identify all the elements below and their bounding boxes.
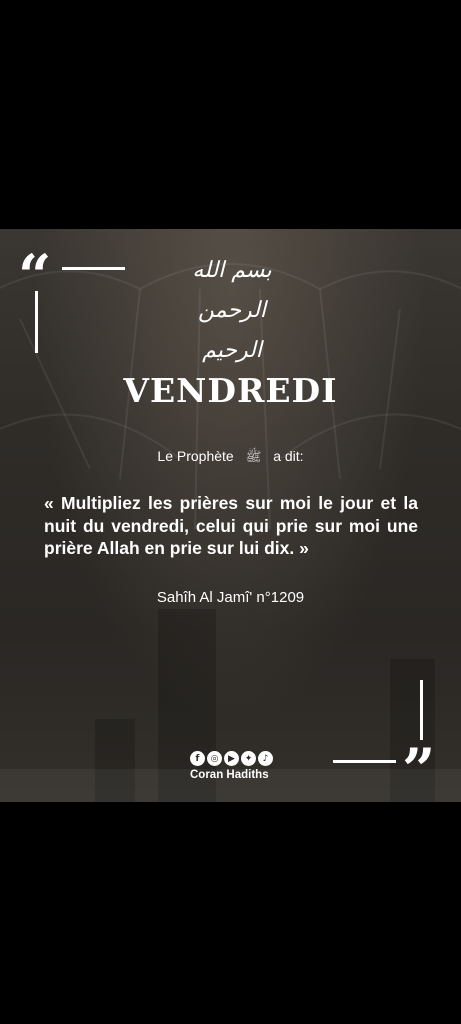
page-title: VENDREDI [123, 371, 338, 410]
close-quote-horizontal-line [333, 760, 396, 763]
saw-symbol: ﷺ [245, 449, 262, 464]
open-quote-horizontal-line [62, 267, 125, 270]
hadith-intro: Le Prophète ﷺ a dit: [0, 448, 461, 468]
intro-said-text: a dit: [273, 448, 304, 464]
hadith-source: Sahîh Al Jamî' n°1209 [156, 589, 305, 606]
hadith-text: « Multipliez les prières sur moi le jour… [44, 493, 418, 558]
instagram-icon[interactable]: ◎ [207, 751, 222, 766]
basmala-calligraphy: بسم الله الرحمن الرحيم [192, 258, 272, 363]
social-icons: f ◎ ▶ ✦ ♪ [190, 751, 273, 766]
youtube-icon[interactable]: ▶ [224, 751, 239, 766]
brand-name: Coran Hadiths [190, 769, 269, 781]
intro-prophet-text: Le Prophète [157, 448, 234, 464]
facebook-icon[interactable]: f [190, 751, 205, 766]
tiktok-icon[interactable]: ♪ [258, 751, 273, 766]
post-card: “ بسم الله الرحمن الرحيم VENDREDI Le Pro… [0, 229, 461, 802]
close-quote-mark: ” [402, 736, 436, 802]
open-quote-vertical-line [35, 291, 38, 353]
twitter-icon[interactable]: ✦ [241, 751, 256, 766]
close-quote-vertical-line [420, 680, 423, 740]
